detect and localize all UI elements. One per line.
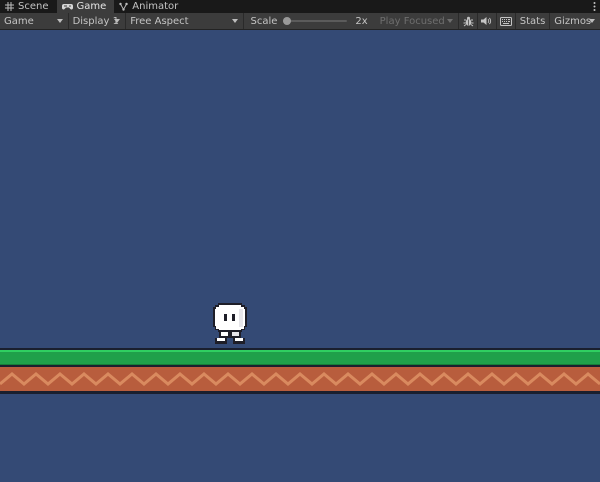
grid-icon (5, 2, 14, 11)
debug-button[interactable] (459, 13, 479, 29)
game-viewport[interactable] (0, 30, 600, 482)
player-character (213, 303, 247, 344)
tab-scene-label: Scene (18, 1, 49, 12)
speaker-icon (481, 17, 492, 25)
ground-platform (0, 348, 600, 394)
keyboard-icon (499, 16, 512, 26)
tab-game-label: Game (76, 1, 107, 12)
scale-slider-track (283, 20, 348, 22)
more-options-icon[interactable] (588, 0, 600, 13)
mute-audio-button[interactable] (478, 13, 497, 29)
tab-scene[interactable]: Scene (0, 0, 57, 13)
scale-slider-thumb[interactable] (283, 17, 292, 25)
chevron-down-icon (447, 19, 454, 23)
animator-icon (119, 2, 128, 11)
chevron-down-icon (232, 19, 239, 23)
tab-game[interactable]: Game (56, 0, 115, 13)
tab-animator-label: Animator (132, 1, 179, 12)
chevron-down-icon (114, 19, 121, 23)
editor-tab-bar: Scene Game Animator (0, 0, 600, 13)
gamepad-icon (61, 4, 73, 10)
aspect-dropdown[interactable]: Free Aspect (126, 13, 245, 29)
chevron-down-icon (589, 19, 595, 23)
view-mode-label: Game (4, 15, 34, 27)
bug-icon (463, 16, 474, 26)
view-mode-dropdown[interactable]: Game (0, 13, 69, 29)
scale-slider[interactable] (283, 16, 348, 26)
display-dropdown[interactable]: Display 1 (69, 13, 127, 29)
tab-animator[interactable]: Animator (114, 0, 186, 13)
gizmos-dropdown[interactable]: Gizmos (550, 13, 600, 29)
stats-button[interactable]: Stats (516, 13, 551, 29)
stats-label: Stats (519, 15, 546, 27)
scale-value: 2x (355, 15, 368, 27)
play-mode-label: Play Focused (379, 15, 445, 27)
aspect-label: Free Aspect (130, 15, 189, 27)
scale-control: Scale 2x (244, 13, 375, 29)
chevron-down-icon (56, 19, 63, 23)
gizmos-label: Gizmos (554, 15, 592, 27)
shortcuts-button[interactable] (497, 13, 516, 29)
scale-label: Scale (250, 15, 278, 27)
play-mode-dropdown[interactable]: Play Focused (376, 13, 460, 29)
display-label: Display 1 (72, 15, 119, 27)
game-view-toolbar: Game Display 1 Free Aspect Scale 2x Play… (0, 13, 600, 30)
